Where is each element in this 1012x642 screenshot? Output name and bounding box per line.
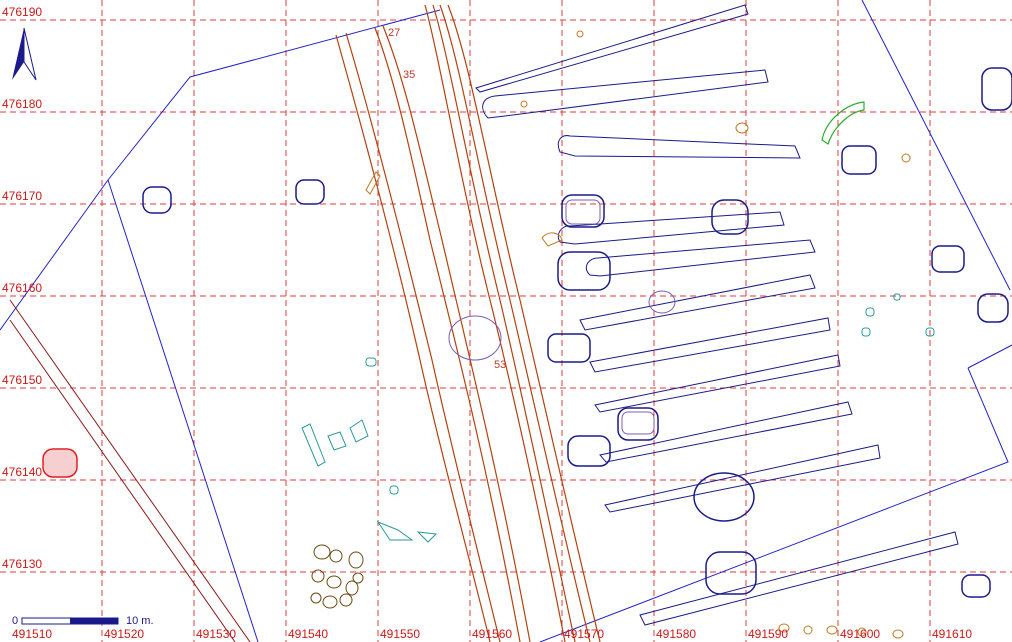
feature-green-curve: [821, 101, 865, 145]
y-axis-labels: 476190 476180 476170 476160 476150 47614…: [2, 5, 42, 571]
feature-pit: [142, 186, 172, 214]
x-label: 491600: [840, 627, 880, 641]
feature-pit: [705, 551, 757, 595]
feature-small: [389, 485, 399, 495]
feature-small: [735, 122, 749, 134]
feature-pit: [617, 407, 659, 441]
y-label: 476160: [2, 281, 42, 295]
x-label: 491570: [564, 627, 604, 641]
scale-end-label: 10 m.: [126, 615, 154, 627]
x-axis-labels: 491510 491520 491530 491540 491550 49156…: [12, 627, 972, 641]
feature-small: [520, 100, 528, 108]
feature-small: [376, 520, 414, 541]
feature-small: [576, 30, 584, 38]
feature-pit: [567, 435, 611, 467]
x-label: 491560: [472, 627, 512, 641]
scale-bar: 0 10 m.: [12, 615, 154, 627]
x-label: 491540: [288, 627, 328, 641]
feature-label-53: 53: [494, 359, 506, 371]
central-ditch: [335, 4, 601, 642]
north-arrow-icon: [12, 27, 37, 81]
y-label: 476170: [2, 189, 42, 203]
grid-lines: [0, 0, 1012, 642]
feature-pit: [621, 411, 655, 435]
excavation-boundary: [0, 0, 1012, 642]
feature-small: [416, 531, 438, 543]
y-label: 476150: [2, 373, 42, 387]
feature-small: [901, 153, 911, 163]
x-label: 491550: [380, 627, 420, 641]
feature-label-27: 27: [388, 27, 400, 39]
feature-small: [301, 423, 326, 467]
feature-small: [327, 431, 347, 451]
feature-small: [861, 327, 871, 337]
features-orange: [310, 30, 911, 639]
furrows: [475, 4, 959, 626]
x-label: 491610: [932, 627, 972, 641]
x-label: 491590: [748, 627, 788, 641]
feature-small: [349, 419, 369, 443]
x-label: 491520: [104, 627, 144, 641]
x-label: 491530: [196, 627, 236, 641]
feature-pit: [547, 333, 591, 363]
feature-pit: [931, 245, 965, 273]
feature-pit: [448, 315, 502, 361]
feature-pit: [961, 574, 991, 598]
scale-start-label: 0: [12, 615, 18, 627]
feature-small: [893, 293, 901, 301]
features-blue: [142, 67, 1012, 598]
feature-pit-red: [42, 448, 78, 478]
feature-pit: [295, 179, 325, 205]
y-label: 476130: [2, 557, 42, 571]
feature-pit: [981, 67, 1012, 111]
feature-small: [865, 307, 875, 317]
feature-pit: [977, 293, 1009, 323]
x-label: 491510: [12, 627, 52, 641]
archaeological-site-plan: 27 35 53 476190 476180 476170 476160 476…: [0, 0, 1012, 642]
feature-label-35: 35: [403, 69, 415, 81]
x-label: 491580: [656, 627, 696, 641]
y-label: 476140: [2, 465, 42, 479]
stone-cluster: [310, 544, 364, 609]
feature-red: [42, 448, 78, 478]
feature-small: [365, 357, 377, 367]
y-label: 476190: [2, 5, 42, 19]
feature-green: [821, 101, 865, 145]
y-label: 476180: [2, 97, 42, 111]
feature-pit: [841, 145, 877, 175]
